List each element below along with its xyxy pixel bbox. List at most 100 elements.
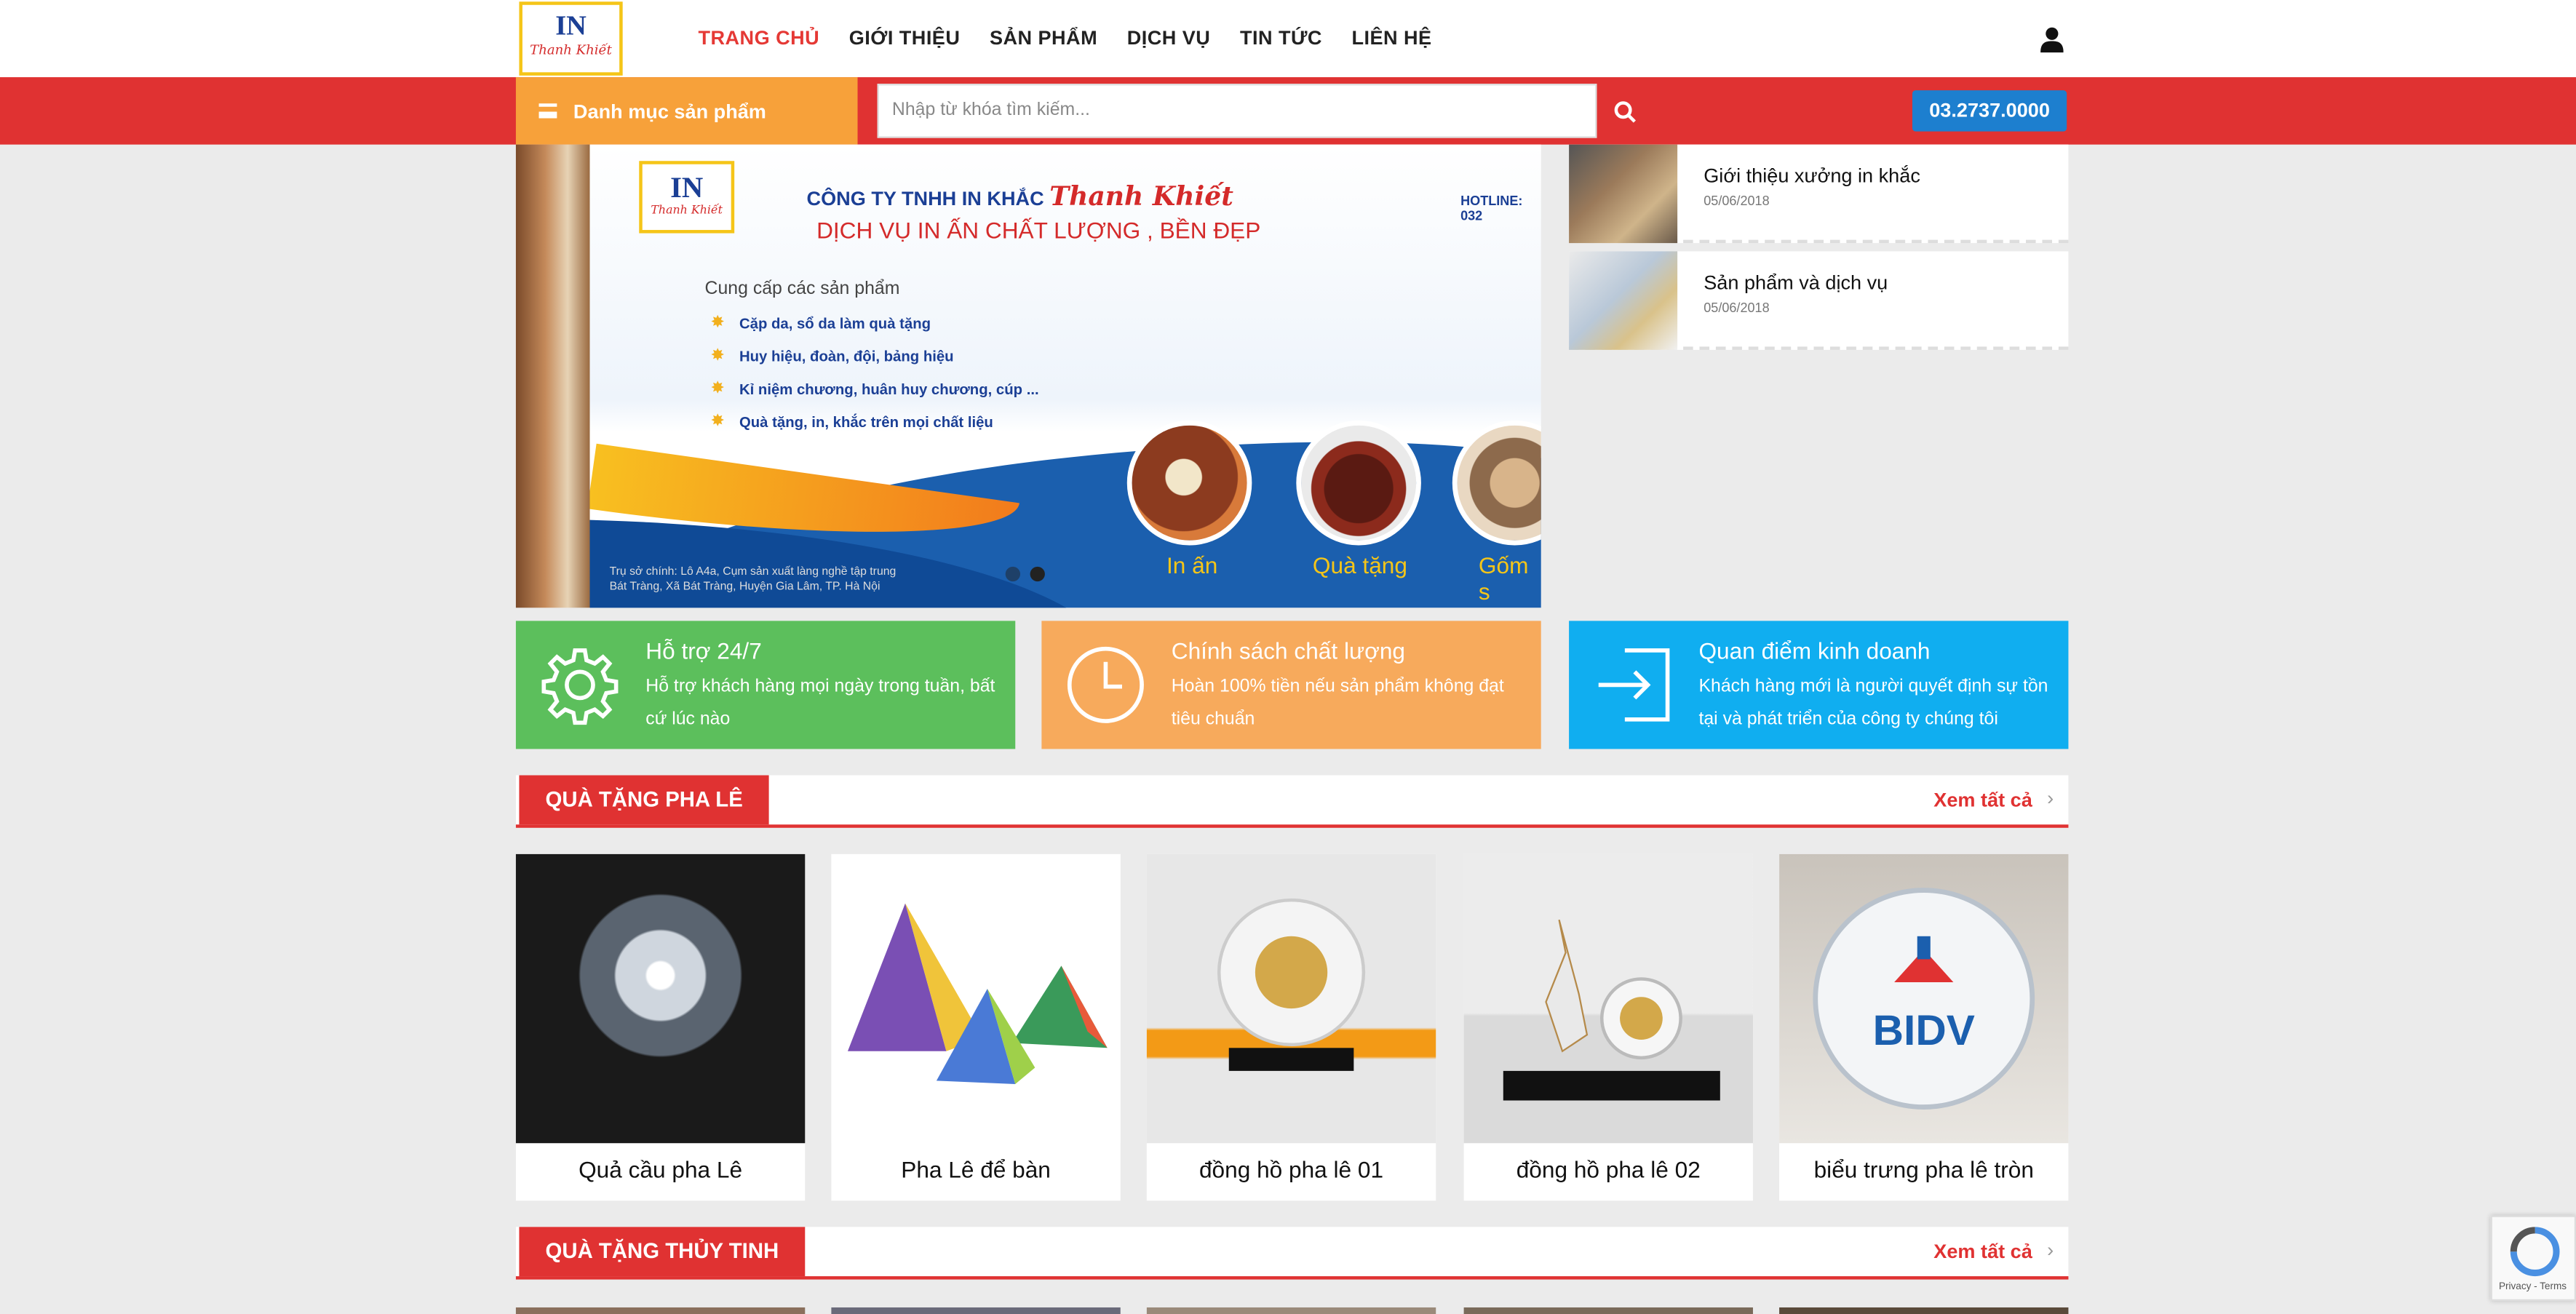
product-name: Quả cầu pha Lê: [579, 1156, 743, 1183]
section-title: QUÀ TẶNG PHA LÊ: [519, 775, 769, 825]
view-all-link[interactable]: Xem tất cả: [1933, 1240, 2032, 1263]
nav-news[interactable]: TIN TỨC: [1240, 26, 1322, 49]
previous-slide-preview: [515, 144, 590, 608]
banner-logo-brand: Thanh Khiết: [651, 203, 723, 217]
feature-title: Quan điểm kinh doanh: [1698, 637, 1931, 664]
category-menu-label: Danh mục sản phẩm: [573, 99, 766, 123]
clock-graphic: [1217, 898, 1366, 1071]
gift-bag-photo: [1296, 420, 1421, 546]
category-menu-button[interactable]: Danh mục sản phẩm: [515, 77, 858, 145]
product-card[interactable]: đồng hồ pha lê 02: [1463, 853, 1753, 1201]
banner-list-item: Cặp da, sổ da làm quà tặng: [712, 314, 1039, 332]
hamburger-icon: [538, 103, 557, 119]
banner-list-item: Quà tặng, in, khắc trên mọi chất liệu: [712, 413, 1039, 431]
deer-clock-graphic: [1503, 919, 1720, 1101]
search-input[interactable]: Nhập từ khóa tìm kiếm...: [877, 84, 1597, 138]
search-button[interactable]: [1597, 84, 1651, 138]
logo-brand-name: Thanh Khiết: [530, 42, 612, 58]
banner-circle-label: In ấn: [1166, 552, 1218, 578]
product-card-peek[interactable]: [515, 1307, 806, 1314]
slider-dots: [1005, 566, 1045, 582]
news-title: Giới thiệu xưởng in khắc: [1704, 164, 1920, 188]
main-nav: TRANG CHỦ GIỚI THIỆU SẢN PHẨM DỊCH VỤ TI…: [699, 26, 1462, 49]
nav-about[interactable]: GIỚI THIỆU: [849, 26, 961, 49]
product-card[interactable]: đồng hồ pha lê 01: [1146, 853, 1436, 1201]
banner-address: Trụ sở chính: Lô A4a, Cụm sản xuất làng …: [610, 565, 897, 595]
feature-title: Hỗ trợ 24/7: [645, 637, 762, 664]
banner-logo-text: IN: [670, 170, 704, 204]
recaptcha-badge[interactable]: Privacy - Terms: [2490, 1215, 2576, 1301]
pyramid-graphic: [847, 903, 1108, 1084]
hotline-button[interactable]: 03.2737.0000: [1912, 90, 2067, 132]
news-item[interactable]: Sản phẩm và dịch vụ 05/06/2018: [1569, 251, 2069, 350]
recaptcha-icon: [2510, 1227, 2560, 1277]
product-image: [831, 853, 1121, 1144]
banner-brand: Thanh Khiết: [1049, 180, 1233, 212]
banner-logo: IN Thanh Khiết: [639, 161, 735, 234]
logo-text: IN: [555, 9, 587, 41]
news-thumbnail: [1569, 251, 1678, 350]
feature-title: Chính sách chất lượng: [1171, 637, 1406, 664]
nav-products[interactable]: SẢN PHẨM: [990, 26, 1097, 49]
banner-address-line: Bát Tràng, Xã Bát Tràng, Huyện Gia Lâm, …: [609, 581, 880, 593]
banner-product-list: Cặp da, sổ da làm quà tặng Huy hiệu, đoà…: [712, 314, 1039, 447]
product-name: biểu trưng pha lê tròn: [1813, 1156, 2034, 1183]
bidv-text: BIDV: [1873, 1007, 1975, 1054]
banner-address-line: Trụ sở chính: Lô A4a, Cụm sản xuất làng …: [609, 566, 897, 578]
hero-banner-slider[interactable]: IN Thanh Khiết CÔNG TY TNHH IN KHẮC Than…: [589, 144, 1541, 608]
news-item[interactable]: Giới thiệu xưởng in khắc 05/06/2018: [1569, 144, 2069, 244]
banner-hotline: HOTLINE: 032: [1460, 194, 1523, 224]
slider-dot-active[interactable]: [1030, 566, 1045, 582]
nav-services[interactable]: DỊCH VỤ: [1127, 26, 1211, 49]
news-date: 05/06/2018: [1704, 300, 1770, 316]
banner-circle-label: Quà tặng: [1312, 552, 1407, 578]
banner-circle-label: Gốm s: [1478, 552, 1529, 605]
feature-quality: Chính sách chất lượng Hoàn 100% tiền nếu…: [1041, 621, 1541, 749]
product-card-peek[interactable]: [1463, 1307, 1753, 1314]
product-card[interactable]: Quả cầu pha Lê: [515, 853, 806, 1201]
banner-company-name: CÔNG TY TNHH IN KHẮC Thanh Khiết: [807, 180, 1233, 212]
product-name: đồng hồ pha lê 01: [1198, 1156, 1384, 1183]
section-header-glass-gifts: QUÀ TẶNG THỦY TINH Xem tất cả ›: [515, 1227, 2069, 1280]
product-image: BIDV: [1779, 853, 2069, 1144]
clock-icon: [1067, 646, 1144, 723]
product-card[interactable]: BIDV biểu trưng pha lê tròn: [1779, 853, 2069, 1201]
view-all-link[interactable]: Xem tất cả: [1933, 789, 2032, 812]
banner-list-item: Kỉ niệm chương, huân huy chương, cúp ...: [712, 379, 1039, 397]
feature-business: Quan điểm kinh doanh Khách hàng mới là n…: [1569, 621, 2069, 749]
site-logo[interactable]: IN Thanh Khiết: [519, 1, 623, 76]
section-title: QUÀ TẶNG THỦY TINH: [519, 1227, 806, 1277]
banner-provide-title: Cung cấp các sản phẩm: [704, 279, 900, 299]
sign-in-icon: [1598, 648, 1670, 722]
product-image: [1463, 853, 1753, 1144]
search-icon: [1613, 100, 1635, 122]
slider-dot[interactable]: [1005, 566, 1021, 582]
feature-description: Khách hàng mới là người quyết định sự tồ…: [1698, 677, 2048, 730]
product-card-peek[interactable]: [831, 1307, 1121, 1314]
bidv-plaque-graphic: BIDV: [1813, 888, 2035, 1110]
gear-icon: [541, 648, 619, 725]
user-icon[interactable]: [2040, 26, 2064, 53]
feature-support: Hỗ trợ 24/7 Hỗ trợ khách hàng mọi ngày t…: [515, 621, 1016, 749]
feature-description: Hoàn 100% tiền nếu sản phẩm không đạt ti…: [1171, 677, 1504, 730]
printing-photo: [1126, 420, 1252, 546]
product-card-peek[interactable]: [1779, 1307, 2069, 1314]
chevron-right-icon[interactable]: ›: [2047, 787, 2054, 810]
product-name: đồng hồ pha lê 02: [1516, 1156, 1701, 1183]
news-title: Sản phẩm và dịch vụ: [1704, 271, 1888, 295]
banner-list-item: Huy hiệu, đoàn, đội, bảng hiệu: [712, 346, 1039, 365]
nav-contact[interactable]: LIÊN HỆ: [1352, 26, 1432, 49]
product-card[interactable]: Pha Lê để bàn: [831, 853, 1121, 1201]
product-name: Pha Lê để bàn: [901, 1156, 1051, 1183]
product-card-peek[interactable]: [1146, 1307, 1436, 1314]
feature-description: Hỗ trợ khách hàng mọi ngày trong tuần, b…: [645, 677, 995, 730]
section-header-crystal-gifts: QUÀ TẶNG PHA LÊ Xem tất cả ›: [515, 775, 2069, 828]
nav-home[interactable]: TRANG CHỦ: [699, 26, 820, 49]
news-date: 05/06/2018: [1704, 194, 1770, 209]
banner-company-prefix: CÔNG TY TNHH IN KHẮC: [806, 187, 1044, 210]
product-image: [1146, 853, 1436, 1144]
chevron-right-icon[interactable]: ›: [2047, 1238, 2054, 1262]
news-thumbnail: [1569, 144, 1678, 244]
banner-slogan: DỊCH VỤ IN ẤN CHẤT LƯỢNG , BỀN ĐẸP: [816, 216, 1261, 244]
recaptcha-label[interactable]: Privacy - Terms: [2499, 1283, 2567, 1293]
